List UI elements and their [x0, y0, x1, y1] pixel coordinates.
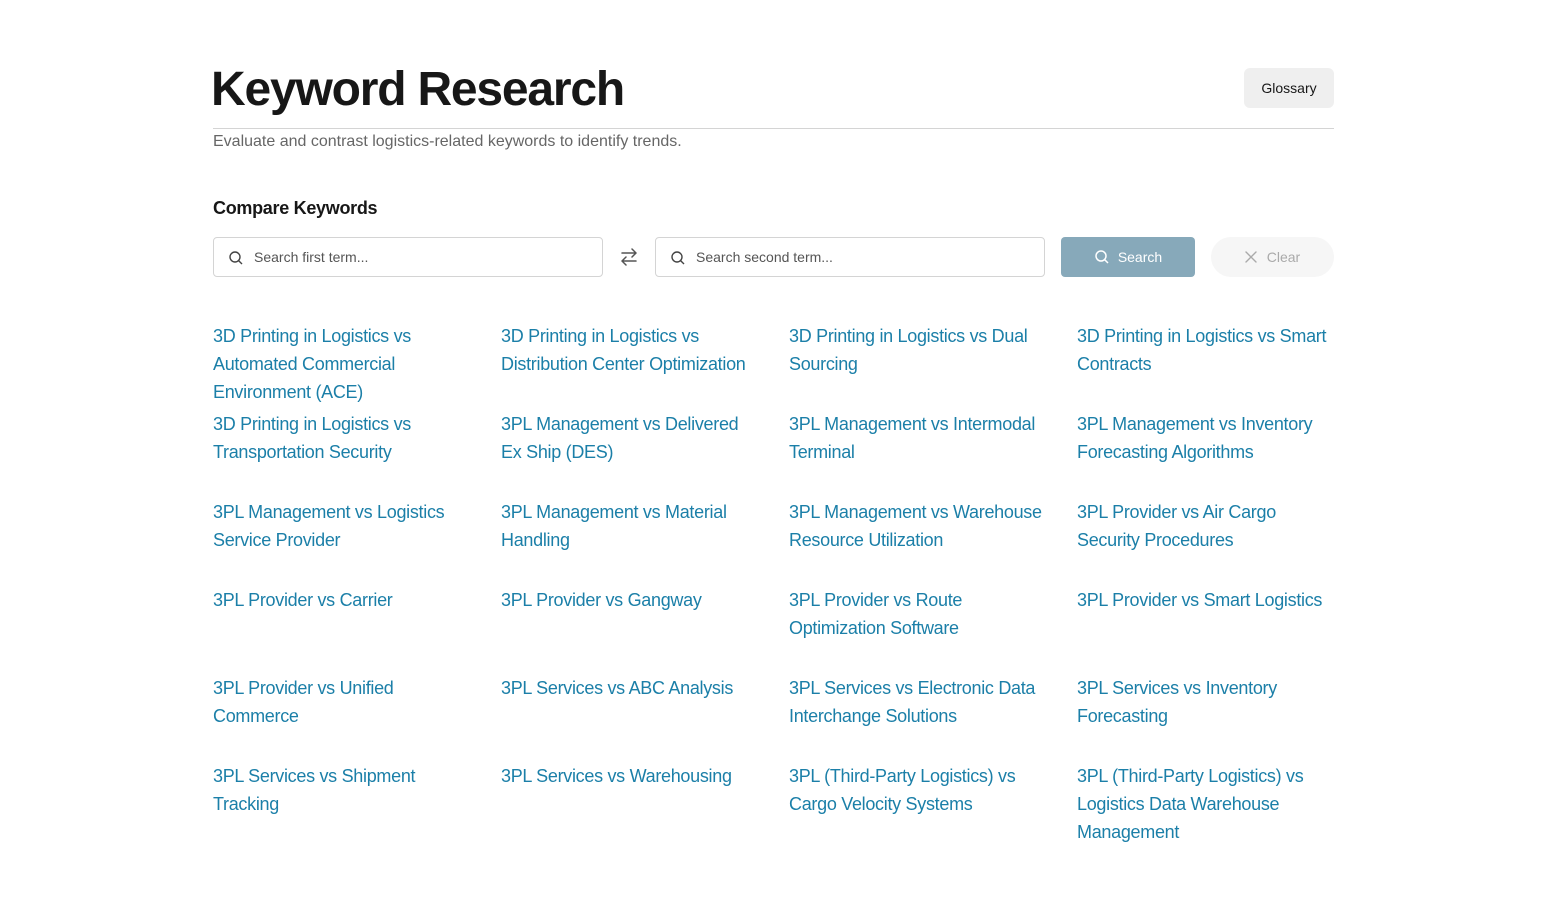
clear-button-label: Clear [1266, 249, 1301, 265]
comparison-link[interactable]: 3PL Services vs Inventory Forecasting [1077, 674, 1353, 730]
comparison-link[interactable]: 3PL Provider vs Smart Logistics [1077, 586, 1353, 614]
comparison-link[interactable]: 3D Printing in Logistics vs Distribution… [501, 322, 789, 378]
comparison-link[interactable]: 3PL Provider vs Air Cargo Security Proce… [1077, 498, 1353, 554]
list-item: 3PL Management vs Delivered Ex Ship (DES… [501, 410, 789, 498]
comparison-link[interactable]: 3PL Provider vs Unified Commerce [213, 674, 501, 730]
search-button[interactable]: Search [1061, 237, 1195, 277]
comparison-link[interactable]: 3PL Management vs Inventory Forecasting … [1077, 410, 1353, 466]
list-item: 3PL Services vs Shipment Tracking [213, 762, 501, 850]
comparison-link[interactable]: 3PL (Third-Party Logistics) vs Logistics… [1077, 762, 1353, 846]
list-item: 3PL Provider vs Gangway [501, 586, 789, 674]
list-item: 3PL Provider vs Route Optimization Softw… [789, 586, 1077, 674]
list-item: 3D Printing in Logistics vs Distribution… [501, 322, 789, 410]
second-term-search-box[interactable] [655, 237, 1045, 277]
list-item: 3PL Management vs Logistics Service Prov… [213, 498, 501, 586]
list-item: 3D Printing in Logistics vs Automated Co… [213, 322, 501, 410]
search-icon [671, 251, 685, 265]
comparison-link[interactable]: 3PL Management vs Warehouse Resource Uti… [789, 498, 1077, 554]
comparison-link[interactable]: 3D Printing in Logistics vs Smart Contra… [1077, 322, 1353, 378]
comparison-link[interactable]: 3PL Management vs Logistics Service Prov… [213, 498, 501, 554]
list-item: 3PL Services vs Inventory Forecasting [1077, 674, 1353, 762]
comparison-link[interactable]: 3PL Provider vs Gangway [501, 586, 789, 614]
comparison-link[interactable]: 3D Printing in Logistics vs Transportati… [213, 410, 501, 466]
comparison-link[interactable]: 3PL Provider vs Carrier [213, 586, 501, 614]
list-item: 3D Printing in Logistics vs Transportati… [213, 410, 501, 498]
search-icon [229, 251, 243, 265]
comparison-link[interactable]: 3D Printing in Logistics vs Dual Sourcin… [789, 322, 1077, 378]
compare-keywords-title: Compare Keywords [213, 198, 378, 218]
list-item: 3PL Management vs Intermodal Terminal [789, 410, 1077, 498]
list-item: 3D Printing in Logistics vs Smart Contra… [1077, 322, 1353, 410]
list-item: 3PL Provider vs Unified Commerce [213, 674, 501, 762]
close-icon [1245, 251, 1257, 263]
search-icon [1095, 250, 1109, 264]
first-term-search-box[interactable] [213, 237, 603, 277]
compare-search-row: Search Clear [213, 237, 1334, 277]
comparison-link[interactable]: 3PL (Third-Party Logistics) vs Cargo Vel… [789, 762, 1077, 818]
list-item: 3PL Provider vs Smart Logistics [1077, 586, 1353, 674]
page-subtitle: Evaluate and contrast logistics-related … [213, 133, 682, 150]
list-item: 3PL Services vs ABC Analysis [501, 674, 789, 762]
comparison-link[interactable]: 3PL Services vs Electronic Data Intercha… [789, 674, 1077, 730]
comparison-link[interactable]: 3PL Services vs ABC Analysis [501, 674, 789, 702]
comparison-link[interactable]: 3PL Services vs Shipment Tracking [213, 762, 501, 818]
first-term-input[interactable] [254, 238, 594, 276]
list-item: 3PL Management vs Material Handling [501, 498, 789, 586]
list-item: 3PL Provider vs Carrier [213, 586, 501, 674]
search-button-label: Search [1117, 249, 1163, 265]
list-item: 3PL (Third-Party Logistics) vs Logistics… [1077, 762, 1353, 850]
comparison-link[interactable]: 3PL Management vs Material Handling [501, 498, 789, 554]
swap-icon[interactable] [618, 247, 640, 267]
list-item: 3PL Management vs Inventory Forecasting … [1077, 410, 1353, 498]
comparison-link[interactable]: 3PL Provider vs Route Optimization Softw… [789, 586, 1077, 642]
page-title: Keyword Research [211, 63, 625, 116]
comparison-links-grid: 3D Printing in Logistics vs Automated Co… [213, 322, 1353, 850]
second-term-input[interactable] [696, 238, 1036, 276]
glossary-button[interactable]: Glossary [1244, 68, 1334, 108]
list-item: 3PL Services vs Warehousing [501, 762, 789, 850]
list-item: 3PL Services vs Electronic Data Intercha… [789, 674, 1077, 762]
comparison-link[interactable]: 3PL Management vs Delivered Ex Ship (DES… [501, 410, 789, 466]
list-item: 3D Printing in Logistics vs Dual Sourcin… [789, 322, 1077, 410]
page: Keyword Research Glossary Evaluate and c… [211, 0, 1334, 842]
comparison-link[interactable]: 3PL Management vs Intermodal Terminal [789, 410, 1077, 466]
header: Keyword Research Glossary [211, 0, 1334, 129]
list-item: 3PL Provider vs Air Cargo Security Proce… [1077, 498, 1353, 586]
list-item: 3PL (Third-Party Logistics) vs Cargo Vel… [789, 762, 1077, 850]
clear-button[interactable]: Clear [1211, 237, 1334, 277]
comparison-link[interactable]: 3PL Services vs Warehousing [501, 762, 789, 790]
comparison-link[interactable]: 3D Printing in Logistics vs Automated Co… [213, 322, 501, 406]
list-item: 3PL Management vs Warehouse Resource Uti… [789, 498, 1077, 586]
